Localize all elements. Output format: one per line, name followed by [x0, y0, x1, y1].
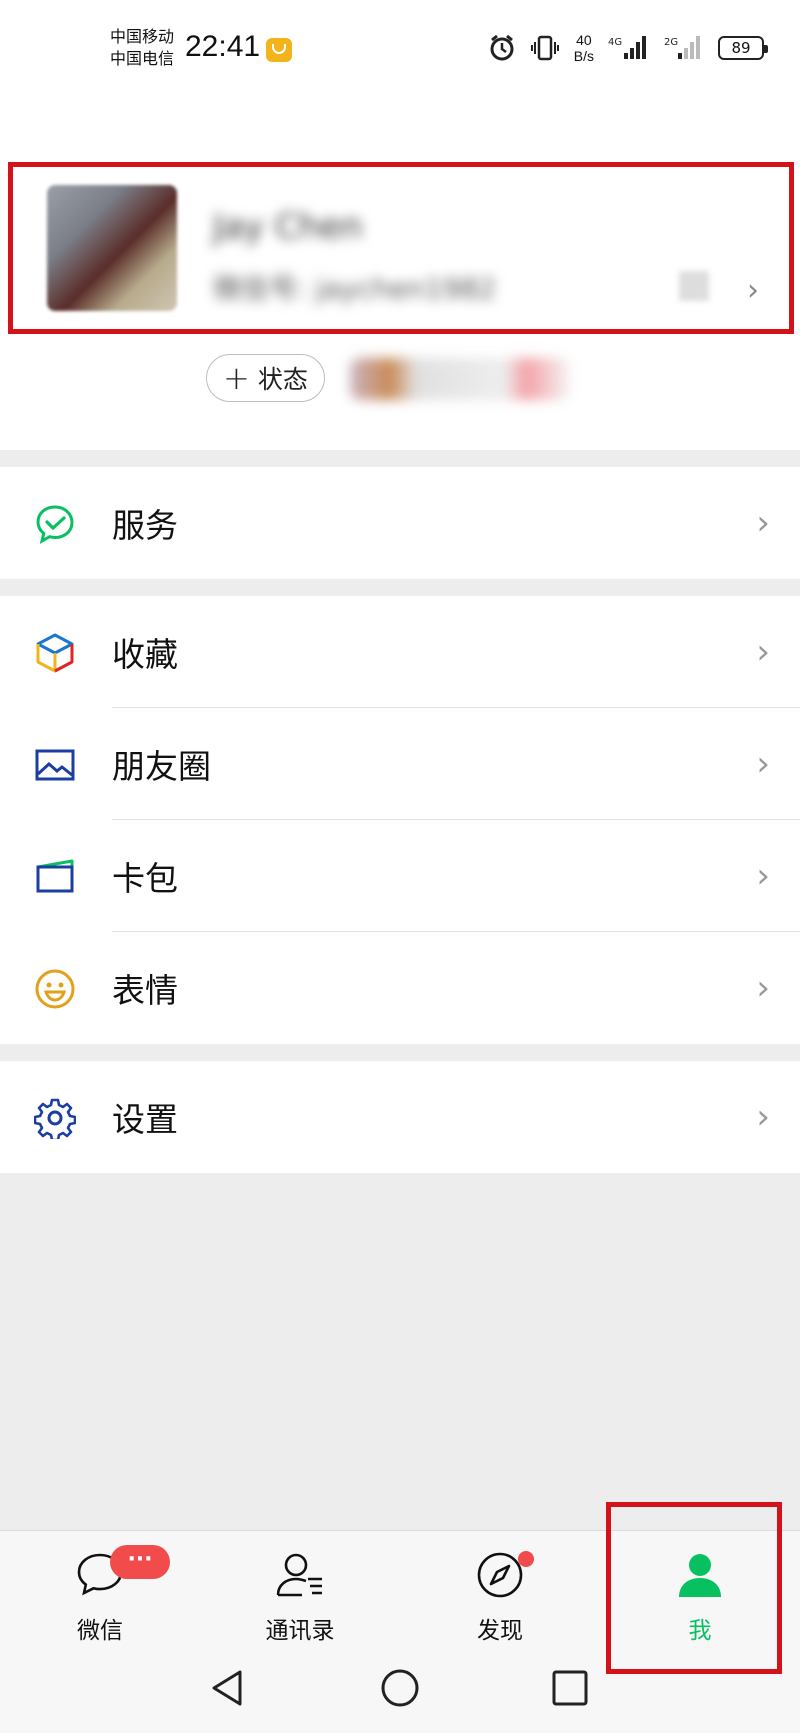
favorites-icon — [36, 633, 74, 673]
menu-item-card-wallet[interactable]: 卡包 › — [0, 820, 800, 932]
status-icons: 40 B/s 4G 2G 89 — [488, 32, 768, 64]
menu-item-favorites[interactable]: 收藏 › — [0, 596, 800, 708]
settings-section: 设置 › — [0, 1061, 800, 1173]
add-status-button[interactable]: + 状态 — [206, 354, 325, 402]
menu-item-services[interactable]: 服务 › — [0, 467, 800, 579]
carrier-names: 中国移动 中国电信 — [110, 26, 174, 70]
profile-card[interactable]: Jay Chen 微信号: jaychen1982 › — [8, 162, 794, 334]
chevron-right-icon: › — [756, 1097, 770, 1137]
chevron-right-icon: › — [756, 968, 770, 1008]
sticker-icon — [35, 969, 75, 1009]
plus-icon: + — [223, 359, 250, 397]
recents-nav-icon[interactable] — [550, 1668, 590, 1708]
signal-4g-icon: 4G — [608, 36, 646, 59]
menu-label: 卡包 — [112, 859, 178, 898]
services-icon — [36, 505, 74, 545]
contacts-icon — [276, 1553, 322, 1597]
menu-item-settings[interactable]: 设置 › — [0, 1061, 800, 1173]
card-wallet-icon — [36, 859, 74, 893]
status-bar: 中国移动 中国电信 22:41 40 B/s 4G 2G 89 — [0, 0, 800, 100]
qr-code-icon[interactable] — [679, 271, 709, 301]
status-button-label: 状态 — [257, 365, 308, 394]
back-nav-icon[interactable] — [208, 1668, 248, 1708]
svg-text:4G: 4G — [608, 37, 622, 48]
battery-icon: 89 — [718, 36, 768, 60]
friends-status-preview[interactable] — [350, 358, 570, 400]
avatar[interactable] — [47, 185, 177, 311]
moments-icon — [35, 749, 75, 781]
settings-icon — [34, 1098, 76, 1139]
profile-header: Jay Chen 微信号: jaychen1982 › + 状态 — [0, 100, 800, 450]
carrier-2: 中国电信 — [110, 49, 175, 68]
alarm-icon — [490, 34, 514, 61]
clock: 22:41 — [185, 30, 261, 63]
svg-text:2G: 2G — [664, 37, 678, 48]
vibrate-icon — [530, 35, 559, 61]
menu-item-stickers[interactable]: 表情 › — [0, 932, 800, 1044]
menu-label: 服务 — [112, 506, 178, 545]
tab-label: 发现 — [477, 1618, 523, 1644]
tab-label: 微信 — [77, 1618, 123, 1644]
content-section: 收藏 › 朋友圈 › 卡包 › 表情 › — [0, 596, 800, 1044]
carrier-1: 中国移动 — [110, 27, 175, 46]
menu-label: 朋友圈 — [112, 747, 211, 786]
signal-2g-icon: 2G — [664, 36, 700, 59]
services-section: 服务 › — [0, 467, 800, 579]
network-speed: 40 B/s — [573, 32, 594, 64]
tab-contacts[interactable]: 通讯录 — [240, 1545, 360, 1655]
chevron-right-icon: › — [756, 856, 770, 896]
unread-badge: ··· — [110, 1545, 170, 1579]
battery-level: 89 — [731, 39, 751, 57]
nickname: Jay Chen — [213, 207, 363, 247]
chevron-right-icon: › — [756, 503, 770, 543]
tab-discover[interactable]: 发现 — [440, 1545, 560, 1655]
new-moments-dot — [518, 1551, 534, 1567]
vip-notification-icon — [266, 38, 292, 62]
menu-item-moments[interactable]: 朋友圈 › — [0, 708, 800, 820]
home-nav-icon[interactable] — [380, 1668, 420, 1708]
menu-label: 表情 — [112, 971, 178, 1010]
chevron-right-icon: › — [747, 273, 759, 308]
chevron-right-icon: › — [756, 632, 770, 672]
menu-label: 设置 — [112, 1100, 178, 1139]
wechat-id: 微信号: jaychen1982 — [213, 272, 497, 305]
chevron-right-icon: › — [756, 744, 770, 784]
menu-label: 收藏 — [112, 635, 178, 674]
tab-label: 通讯录 — [265, 1618, 335, 1644]
me-tab-highlight — [606, 1502, 782, 1674]
